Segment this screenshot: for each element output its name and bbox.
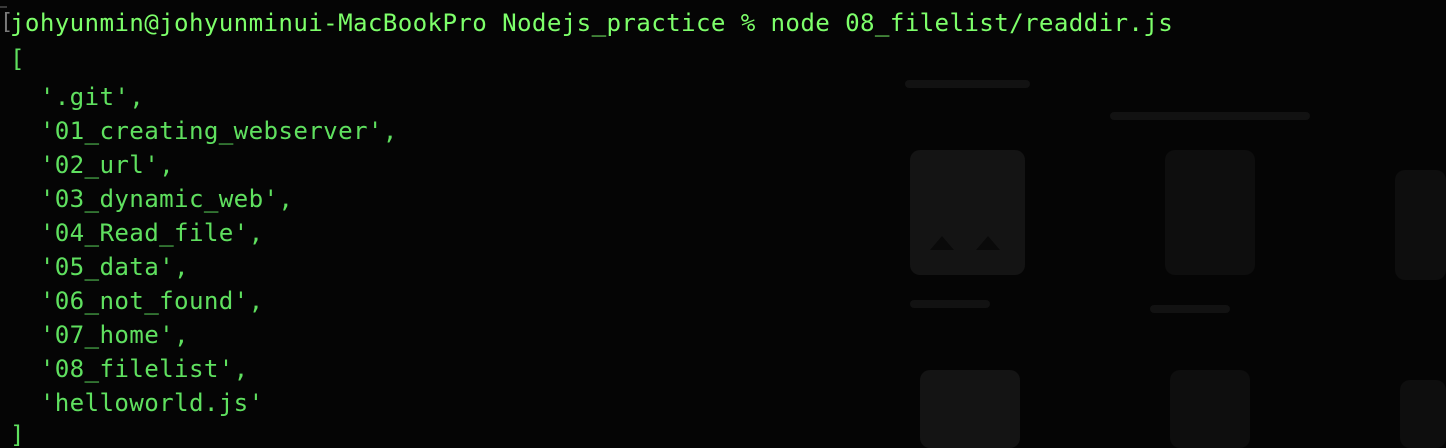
output-line: '04_Read_file',: [10, 219, 264, 247]
command-prompt: johyunmin@johyunminui-MacBookPro Nodejs_…: [10, 9, 1174, 37]
output-line: '02_url',: [10, 151, 175, 179]
mark-indicator: [: [0, 0, 10, 46]
output-line: '05_data',: [10, 253, 189, 281]
output-line: '06_not_found',: [10, 287, 264, 315]
output-line: 'helloworld.js': [10, 389, 264, 417]
output-line: '.git',: [10, 83, 145, 111]
terminal-window[interactable]: [johyunmin@johyunminui-MacBookPro Nodejs…: [0, 0, 1446, 448]
output-line: '03_dynamic_web',: [10, 185, 294, 213]
command-prompt-line: [johyunmin@johyunminui-MacBookPro Nodejs…: [0, 0, 1446, 46]
output-line: '01_creating_webserver',: [10, 117, 398, 145]
terminal-output: [johyunmin@johyunminui-MacBookPro Nodejs…: [0, 0, 1446, 448]
output-line: [: [10, 45, 25, 73]
output-line: '07_home',: [10, 321, 189, 349]
output-line: '08_filelist',: [10, 355, 249, 383]
output-line: ]: [10, 421, 25, 448]
